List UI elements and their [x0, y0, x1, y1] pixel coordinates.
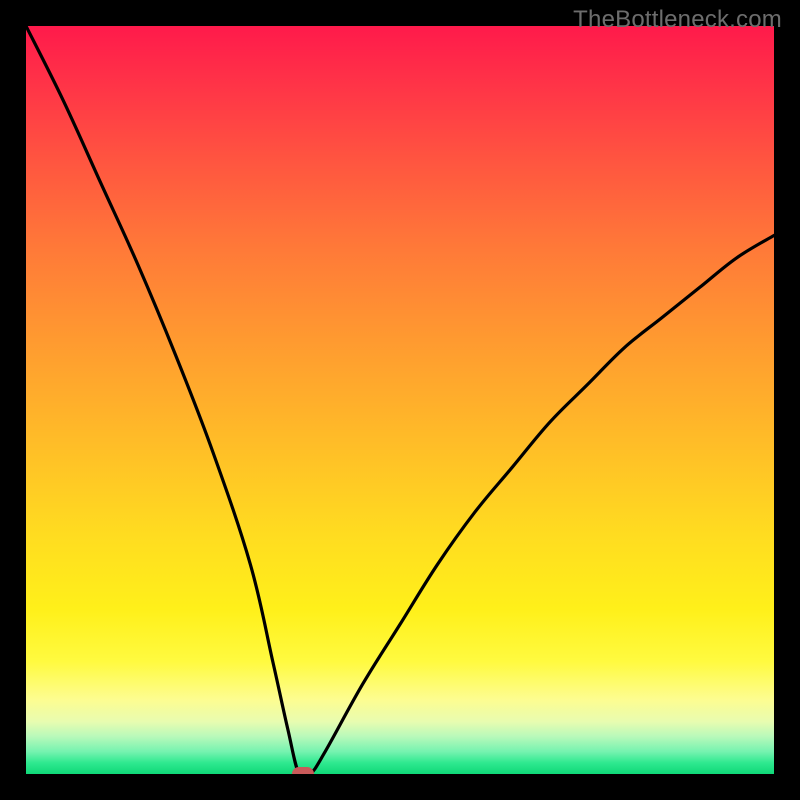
watermark-text: TheBottleneck.com	[573, 6, 782, 34]
optimal-point-marker	[292, 767, 314, 774]
bottleneck-curve	[26, 26, 774, 774]
plot-area	[26, 26, 774, 774]
chart-frame: TheBottleneck.com	[0, 0, 800, 800]
